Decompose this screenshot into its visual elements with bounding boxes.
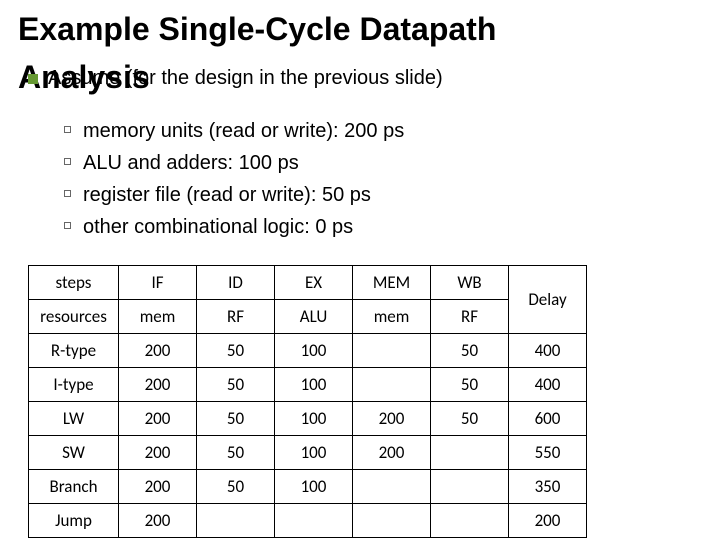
list-item: other combinational logic: 0 ps (64, 211, 720, 243)
delay-cell: 400 (509, 333, 587, 367)
cell: 50 (197, 435, 275, 469)
hdr-if: IF (119, 265, 197, 299)
cell: 50 (431, 333, 509, 367)
table-row: I-type 200 50 100 50 400 (29, 367, 587, 401)
slide-title-line1: Example Single-Cycle Datapath (0, 0, 720, 48)
bullet-hollow-icon (64, 190, 71, 197)
delay-cell: 350 (509, 469, 587, 503)
intro-text: Assume (for the design in the previous s… (48, 66, 443, 90)
table-header-steps: steps IF ID EX MEM WB Delay (29, 265, 587, 299)
hdr-res-wb: RF (431, 299, 509, 333)
hdr-res-ex: ALU (275, 299, 353, 333)
cell: 50 (197, 401, 275, 435)
hdr-mem: MEM (353, 265, 431, 299)
cell: 100 (275, 333, 353, 367)
cell: 50 (197, 469, 275, 503)
slide-title-line2-wrap: Analysis Assume (for the design in the p… (0, 48, 720, 96)
cell (353, 503, 431, 537)
cell: 100 (275, 469, 353, 503)
cell: 200 (353, 435, 431, 469)
cell: 200 (119, 435, 197, 469)
bullet-hollow-icon (64, 222, 71, 229)
list-item-text: register file (read or write): 50 ps (83, 179, 371, 211)
list-item-text: memory units (read or write): 200 ps (83, 115, 404, 147)
row-label: R-type (29, 333, 119, 367)
list-item: ALU and adders: 100 ps (64, 147, 720, 179)
cell (197, 503, 275, 537)
cell (353, 333, 431, 367)
bullet-hollow-icon (64, 126, 71, 133)
list-item: register file (read or write): 50 ps (64, 179, 720, 211)
list-item: memory units (read or write): 200 ps (64, 115, 720, 147)
assumption-list: memory units (read or write): 200 ps ALU… (0, 115, 720, 243)
delay-cell: 200 (509, 503, 587, 537)
cell (431, 435, 509, 469)
cell: 200 (119, 333, 197, 367)
delay-cell: 400 (509, 367, 587, 401)
cell: 50 (431, 367, 509, 401)
intro-line: Assume (for the design in the previous s… (28, 66, 443, 90)
bullet-hollow-icon (64, 158, 71, 165)
cell: 200 (119, 401, 197, 435)
cell (353, 469, 431, 503)
table-row: SW 200 50 100 200 550 (29, 435, 587, 469)
hdr-delay: Delay (509, 265, 587, 333)
hdr-wb: WB (431, 265, 509, 299)
table-row: LW 200 50 100 200 50 600 (29, 401, 587, 435)
hdr-id: ID (197, 265, 275, 299)
cell (431, 469, 509, 503)
timing-table: steps IF ID EX MEM WB Delay resources me… (28, 265, 587, 538)
cell: 100 (275, 367, 353, 401)
row-label: Branch (29, 469, 119, 503)
cell (431, 503, 509, 537)
cell: 50 (197, 333, 275, 367)
list-item-text: other combinational logic: 0 ps (83, 211, 353, 243)
table-row: R-type 200 50 100 50 400 (29, 333, 587, 367)
hdr-steps-label: steps (29, 265, 119, 299)
table-row: Branch 200 50 100 350 (29, 469, 587, 503)
cell: 200 (119, 503, 197, 537)
bullet-square-icon (28, 74, 38, 84)
cell: 50 (197, 367, 275, 401)
row-label: LW (29, 401, 119, 435)
cell: 100 (275, 435, 353, 469)
delay-cell: 550 (509, 435, 587, 469)
row-label: SW (29, 435, 119, 469)
cell: 200 (353, 401, 431, 435)
list-item-text: ALU and adders: 100 ps (83, 147, 299, 179)
cell: 200 (119, 367, 197, 401)
delay-cell: 600 (509, 401, 587, 435)
cell (275, 503, 353, 537)
hdr-ex: EX (275, 265, 353, 299)
table-header-resources: resources mem RF ALU mem RF (29, 299, 587, 333)
cell: 100 (275, 401, 353, 435)
table-row: Jump 200 200 (29, 503, 587, 537)
row-label: Jump (29, 503, 119, 537)
hdr-res-label: resources (29, 299, 119, 333)
hdr-res-id: RF (197, 299, 275, 333)
hdr-res-if: mem (119, 299, 197, 333)
cell: 200 (119, 469, 197, 503)
cell: 50 (431, 401, 509, 435)
cell (353, 367, 431, 401)
hdr-res-mem: mem (353, 299, 431, 333)
row-label: I-type (29, 367, 119, 401)
